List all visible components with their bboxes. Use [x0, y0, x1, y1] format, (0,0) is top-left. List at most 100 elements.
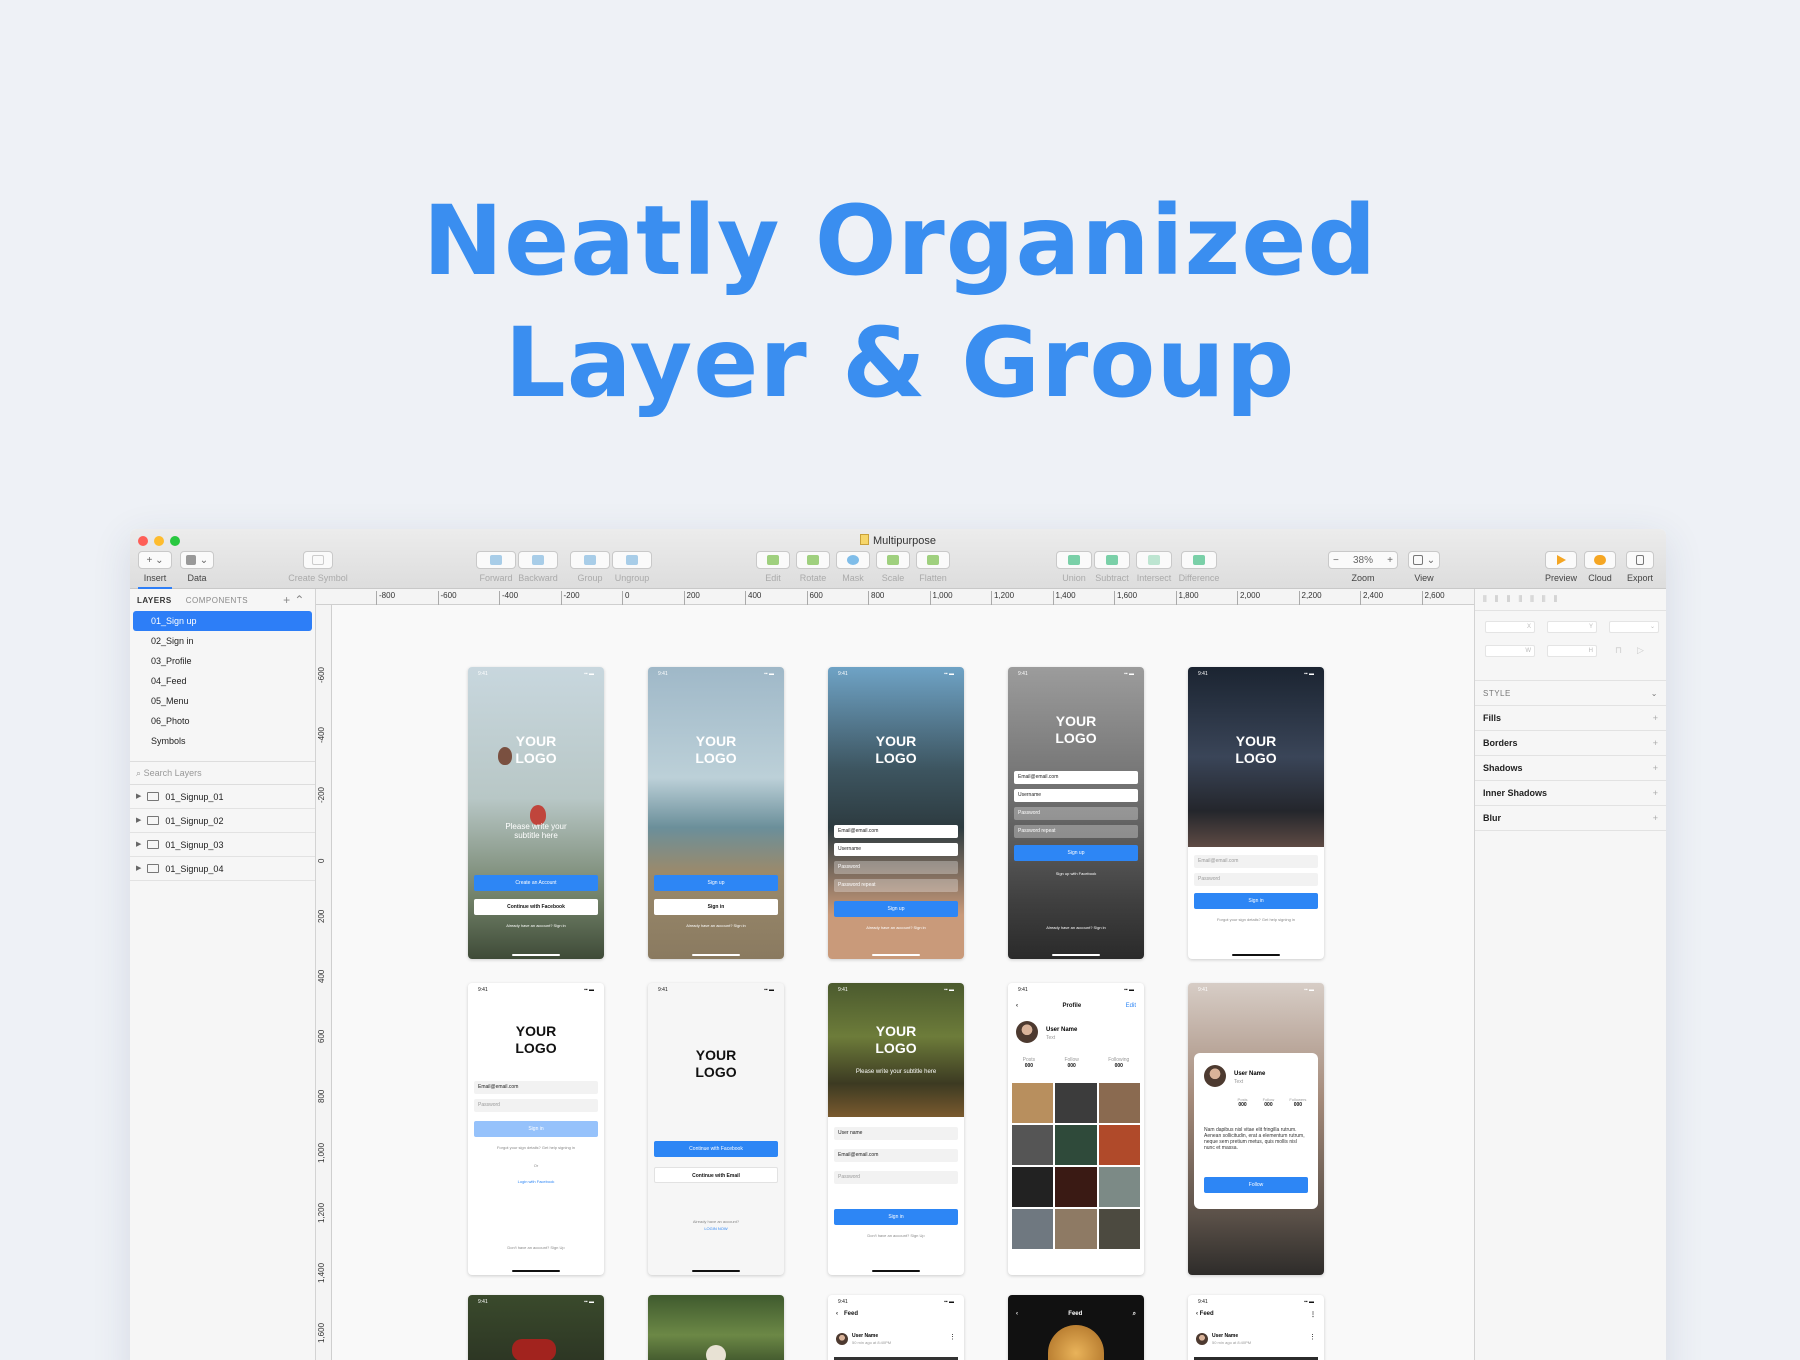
password-field[interactable]: Password: [834, 1171, 958, 1184]
intersect-icon[interactable]: [1136, 551, 1172, 569]
zoom-out-icon[interactable]: −: [1333, 555, 1339, 566]
password-repeat-field[interactable]: Password repeat: [834, 879, 958, 892]
align-center-icon[interactable]: ⫴: [1495, 594, 1499, 605]
ungroup-icon[interactable]: [612, 551, 652, 569]
page-item-04-feed[interactable]: 04_Feed: [133, 671, 312, 691]
rotate-icon[interactable]: [796, 551, 830, 569]
difference-tool[interactable]: Difference: [1176, 551, 1222, 583]
export-share-icon[interactable]: [1626, 551, 1654, 569]
preview-play-icon[interactable]: [1545, 551, 1577, 569]
artboard-feed-02[interactable]: [648, 1295, 784, 1360]
plus-icon[interactable]: + ⌄: [138, 551, 172, 569]
signup-facebook-link[interactable]: Sign up with Facebook: [1008, 871, 1144, 876]
email-field[interactable]: Email@email.com: [474, 1081, 598, 1094]
data-tool[interactable]: ⌄ Data: [180, 551, 214, 583]
page-item-01-sign-up[interactable]: 01_Sign up: [133, 611, 312, 631]
email-field[interactable]: Email@email.com: [834, 1149, 958, 1162]
sign-in-button[interactable]: Sign in: [1194, 893, 1318, 909]
rotate-tool[interactable]: Rotate: [796, 551, 830, 583]
email-field[interactable]: Email@email.com: [834, 825, 958, 838]
cloud-icon[interactable]: [1584, 551, 1616, 569]
union-icon[interactable]: [1056, 551, 1092, 569]
artboard-signup-04[interactable]: 9:41 ▪▪ ▬ YOUR LOGO Email@email.com Usern…: [1008, 667, 1144, 959]
password-repeat-field[interactable]: Password repeat: [1014, 825, 1138, 838]
view-tool[interactable]: ⌄ View: [1408, 551, 1440, 583]
sign-in-button[interactable]: Sign in: [834, 1209, 958, 1225]
forward-tool[interactable]: Forward: [476, 551, 516, 583]
page-item-02-sign-in[interactable]: 02_Sign in: [133, 631, 312, 651]
layer-row[interactable]: ▶ 01_Signup_01: [130, 785, 315, 809]
rotation-field[interactable]: ⌄: [1609, 621, 1659, 633]
back-icon[interactable]: ‹: [1016, 1003, 1018, 1009]
artboard-signin-02[interactable]: 9:41 ▪▪ ▬ YOUR LOGO Email@email.com Passw…: [468, 983, 604, 1275]
page-item-06-photo[interactable]: 06_Photo: [133, 711, 312, 731]
artboard-feed-01[interactable]: 9:41 ▪▪ ▬: [468, 1295, 604, 1360]
artboard-signin-03[interactable]: 9:41 ▪▪ ▬ YOUR LOGO Continue with Faceboo…: [648, 983, 784, 1275]
photo-thumbnail[interactable]: [1055, 1209, 1097, 1249]
more-icon[interactable]: ⋮: [949, 1333, 956, 1341]
align-left-icon[interactable]: ⫴: [1483, 594, 1487, 605]
sign-up-button[interactable]: Sign up: [834, 901, 958, 917]
insert-tool[interactable]: + ⌄ Insert: [138, 551, 172, 589]
flatten-icon[interactable]: [916, 551, 950, 569]
username-field[interactable]: Username: [1014, 789, 1138, 802]
cloud-tool[interactable]: Cloud: [1584, 551, 1616, 583]
add-inner-shadow-icon[interactable]: +: [1653, 781, 1658, 805]
inner-shadows-row[interactable]: Inner Shadows +: [1475, 781, 1666, 806]
scale-tool[interactable]: Scale: [876, 551, 910, 583]
alignment-tools[interactable]: ⫴ ⫴ ⫴ ⫴ ⫴ ⫴ ⫴: [1475, 589, 1666, 611]
artboard-feed-03[interactable]: 9:41 ▪▪ ▬ ‹ Feed User Name 50 min ago at 8…: [828, 1295, 964, 1360]
edit-tool[interactable]: Edit: [756, 551, 790, 583]
export-tool[interactable]: Export: [1622, 551, 1658, 583]
mask-icon[interactable]: [836, 551, 870, 569]
zoom-control[interactable]: − 38% + Zoom: [1328, 551, 1398, 583]
photo-thumbnail[interactable]: [1055, 1125, 1097, 1165]
photo-thumbnail[interactable]: [1055, 1083, 1097, 1123]
add-fill-icon[interactable]: +: [1653, 706, 1658, 730]
backward-icon[interactable]: [518, 551, 558, 569]
username-field[interactable]: Username: [834, 843, 958, 856]
borders-row[interactable]: Borders +: [1475, 731, 1666, 756]
tab-layers[interactable]: LAYERS: [137, 596, 172, 605]
layer-row[interactable]: ▶ 01_Signup_04: [130, 857, 315, 881]
union-tool[interactable]: Union: [1056, 551, 1092, 583]
add-border-icon[interactable]: +: [1653, 731, 1658, 755]
login-facebook-link[interactable]: Login with Facebook: [468, 1179, 604, 1184]
align-top-icon[interactable]: ⫴: [1530, 594, 1534, 605]
artboard-profile-02[interactable]: 9:41 ▪▪ ▬ User Name Text Posts 000 Follow 0…: [1188, 983, 1324, 1275]
continue-facebook-button[interactable]: Continue with Facebook: [654, 1141, 778, 1157]
blur-row[interactable]: Blur +: [1475, 806, 1666, 831]
mask-tool[interactable]: Mask: [836, 551, 870, 583]
edit-icon[interactable]: [756, 551, 790, 569]
align-bottom-icon[interactable]: ⫴: [1554, 594, 1558, 605]
follow-button[interactable]: Follow: [1204, 1177, 1308, 1193]
email-field[interactable]: Email@email.com: [1014, 771, 1138, 784]
back-icon[interactable]: ‹: [1016, 1311, 1018, 1318]
artboard-signup-01[interactable]: 9:41 ▪▪ ▬ YOUR LOGO Please write your sub…: [468, 667, 604, 959]
password-field[interactable]: Password: [1014, 807, 1138, 820]
preview-tool[interactable]: Preview: [1542, 551, 1580, 583]
canvas[interactable]: 9:41 ▪▪ ▬ YOUR LOGO Please write your sub…: [332, 605, 1474, 1360]
ungroup-tool[interactable]: Ungroup: [612, 551, 652, 583]
intersect-tool[interactable]: Intersect: [1134, 551, 1174, 583]
artboard-signup-02[interactable]: 9:41 ▪▪ ▬ YOUR LOGO Sign up Sign in Alrea…: [648, 667, 784, 959]
artboard-signin-04[interactable]: 9:41 ▪▪ ▬ YOUR LOGO Please write your sub…: [828, 983, 964, 1275]
lock-ratio-icon[interactable]: ⊓: [1615, 645, 1622, 656]
photo-thumbnail[interactable]: [1055, 1167, 1097, 1207]
login-now-link[interactable]: LOGIN NOW: [648, 1226, 784, 1231]
create-symbol-tool[interactable]: Create Symbol: [288, 551, 348, 583]
zoom-stepper[interactable]: − 38% +: [1328, 551, 1398, 569]
photo-thumbnail[interactable]: [1012, 1209, 1054, 1249]
page-item-05-menu[interactable]: 05_Menu: [133, 691, 312, 711]
disclosure-triangle-icon[interactable]: ▶: [136, 857, 141, 881]
flatten-tool[interactable]: Flatten: [916, 551, 950, 583]
forgot-link[interactable]: Forgot your sign details? Get help signi…: [468, 1145, 604, 1150]
username-field[interactable]: User name: [834, 1127, 958, 1140]
tab-components[interactable]: COMPONENTS: [186, 596, 248, 605]
search-icon[interactable]: ⌕: [1133, 1311, 1136, 1318]
photo-thumbnail[interactable]: [1098, 1209, 1140, 1249]
subtract-tool[interactable]: Subtract: [1092, 551, 1132, 583]
difference-icon[interactable]: [1181, 551, 1217, 569]
view-icon[interactable]: ⌄: [1408, 551, 1440, 569]
y-field[interactable]: Y: [1547, 621, 1597, 633]
